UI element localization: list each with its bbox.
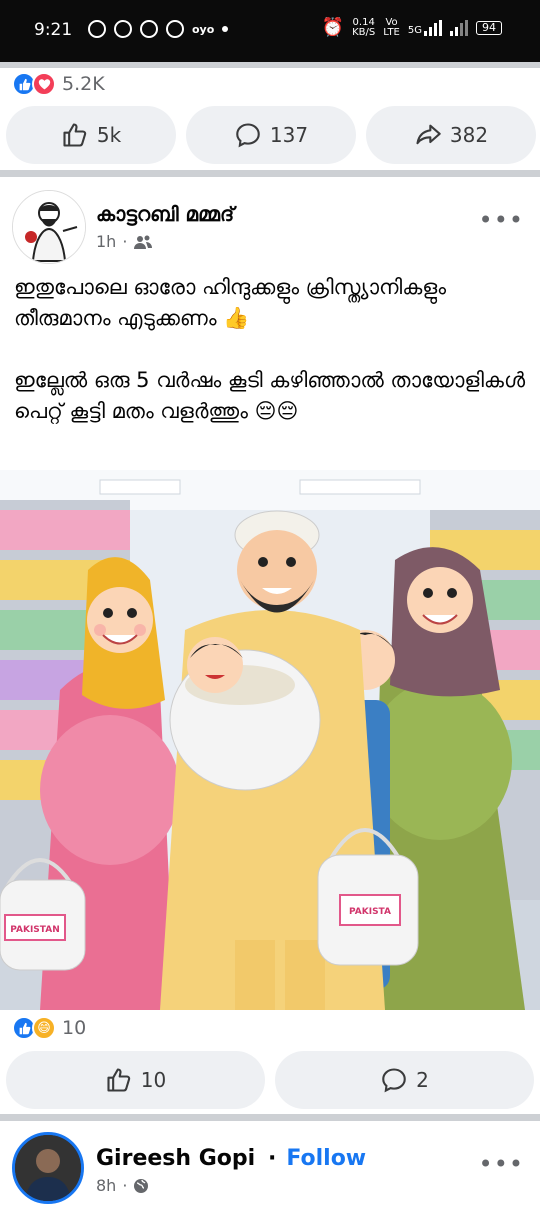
post-like-count: 10 [140, 1068, 167, 1092]
follow-label: Follow [286, 1146, 367, 1171]
comment-count: 137 [269, 123, 309, 147]
meta-separator: · [122, 1176, 128, 1195]
whatsapp-icon [140, 20, 158, 38]
next-more-options-icon[interactable]: ••• [479, 1150, 524, 1178]
reaction-summary[interactable]: 5.2K [12, 72, 105, 96]
net-speed-unit: KB/S [352, 27, 376, 38]
app-a-icon [114, 20, 132, 38]
like-button[interactable]: 5k [6, 106, 176, 164]
search-app-icon [166, 20, 184, 38]
whatsapp-icon [88, 20, 106, 38]
lte-label: LTE [383, 27, 400, 38]
love-reaction-icon [32, 72, 56, 96]
reaction-count: 5.2K [62, 73, 105, 95]
post-paragraph-2: ഇല്ലേൽ ഒരു 5 വർഷം കൂടി കഴിഞ്ഞാൽ തായോളികൾ… [14, 368, 526, 423]
follow-separator: · [268, 1146, 277, 1171]
post-action-bar: 10 2 [6, 1051, 534, 1109]
post-comment-count: 2 [416, 1068, 429, 1092]
volte-indicator: Vo LTE [383, 18, 400, 38]
haha-reaction-icon: 😄 [32, 1016, 56, 1040]
post-reaction-count: 10 [62, 1017, 87, 1039]
next-post-time[interactable]: 8h [96, 1176, 116, 1195]
cartoon-avatar-image [13, 191, 85, 263]
battery-icon: 94 [476, 21, 502, 35]
post-time[interactable]: 1h [96, 232, 116, 251]
post-meta: 1h · [96, 232, 153, 251]
alarm-icon: ⏰ [321, 17, 345, 38]
illustration-family-shopping: PAKISTAN PAKISTA [0, 470, 540, 1010]
system-icons: ⏰ 0.14 KB/S Vo LTE 5G 94 [322, 18, 502, 38]
follow-button[interactable]: · Follow [268, 1146, 366, 1171]
author-avatar[interactable] [12, 190, 86, 264]
globe-icon [134, 1178, 149, 1193]
bag-right-label: PAKISTA [349, 907, 391, 917]
more-options-icon[interactable]: ••• [479, 206, 524, 234]
post-reaction-summary[interactable]: 😄 10 [12, 1016, 86, 1040]
bag-left-label: PAKISTAN [10, 925, 59, 935]
profile-photo [15, 1135, 81, 1201]
share-icon [416, 124, 441, 145]
signal-bars-2-icon [450, 20, 468, 36]
more-notifications-dot [222, 26, 229, 32]
like-count: 5k [96, 123, 122, 147]
network-type: 5G [407, 25, 422, 36]
post-author-name[interactable]: കാട്ടറബി മമ്മദ് [96, 202, 234, 226]
oyo-icon: oyo [192, 22, 215, 36]
next-author-name[interactable]: Gireesh Gopi [96, 1146, 255, 1171]
top-divider [0, 62, 540, 68]
comment-button[interactable]: 137 [186, 106, 356, 164]
status-time: 9:21 [34, 20, 73, 40]
net-speed: 0.14 KB/S [352, 18, 375, 38]
status-bar: 9:21 oyo ⏰ 0.14 KB/S Vo LTE 5G 94 [0, 0, 540, 62]
signal-5g: 5G [408, 20, 442, 36]
next-author-avatar[interactable] [12, 1132, 84, 1204]
notification-icons: oyo [88, 20, 229, 38]
next-post-meta: 8h · [96, 1176, 149, 1195]
share-count: 382 [449, 123, 489, 147]
post-image[interactable]: PAKISTAN PAKISTA [0, 470, 540, 1010]
post-header: കാട്ടറബി മമ്മദ് 1h · ••• [0, 176, 540, 264]
comment-icon [236, 123, 260, 148]
meta-separator: · [122, 232, 128, 251]
signal-bars-icon [424, 20, 442, 36]
comment-icon [382, 1068, 406, 1093]
like-icon [107, 1068, 130, 1092]
like-icon [63, 123, 87, 147]
post-paragraph-1: ഇതുപോലെ ഓരോ ഹിന്ദുക്കളും ക്രിസ്ത്യാനികളു… [14, 275, 447, 330]
share-button[interactable]: 382 [366, 106, 536, 164]
next-post-header: Gireesh Gopi · Follow 8h · ••• [0, 1120, 540, 1206]
friends-icon [134, 235, 153, 249]
post-like-button[interactable]: 10 [6, 1051, 265, 1109]
post-text: ഇതുപോലെ ഓരോ ഹിന്ദുക്കളും ക്രിസ്ത്യാനികളു… [14, 272, 526, 458]
action-bar: 5k 137 382 [6, 106, 536, 164]
post-comment-button[interactable]: 2 [275, 1051, 534, 1109]
